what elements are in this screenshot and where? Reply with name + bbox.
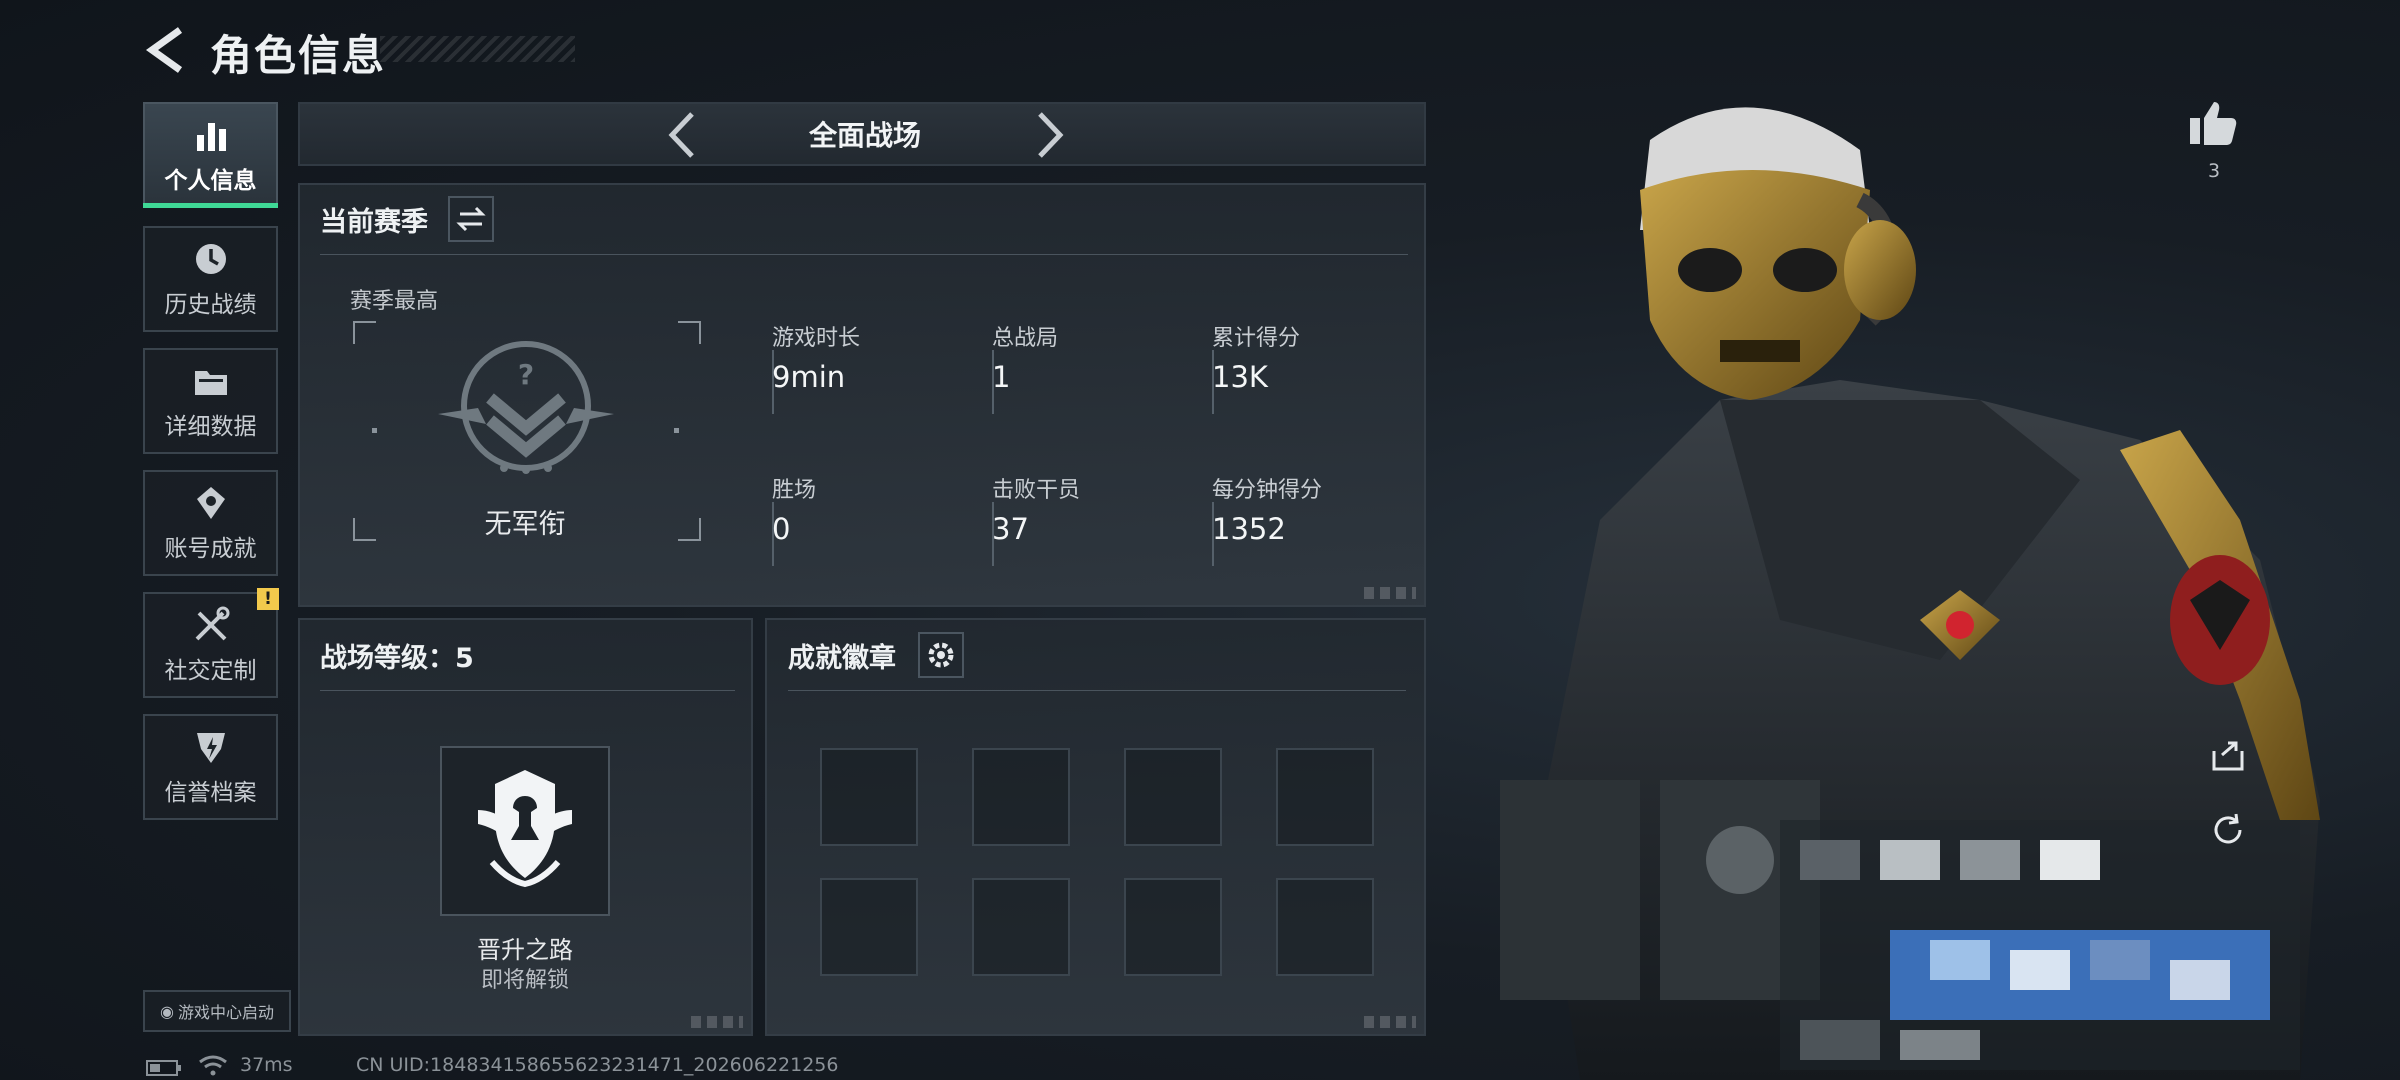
uid-text: CN UID:1848341586556232314​71_2026062212… — [356, 1054, 839, 1076]
swap-icon — [456, 206, 486, 232]
achievement-icon — [196, 487, 225, 519]
nav-label: 详细数据 — [164, 414, 257, 440]
season-title: 当前赛季 — [320, 207, 428, 238]
rank-name: 无军衔 — [484, 509, 566, 540]
badge-slot[interactable] — [820, 748, 918, 846]
nav-label: 个人信息 — [164, 168, 257, 194]
battlefield-level-title: 战场等级：5 — [320, 643, 474, 674]
divider — [320, 254, 1408, 255]
gear-icon — [928, 642, 954, 668]
badge-slot[interactable] — [1276, 878, 1374, 976]
clock-history-icon — [195, 244, 226, 274]
nav-item-personal-info[interactable]: 个人信息 — [143, 102, 278, 208]
panel-corner-decoration — [691, 1016, 743, 1028]
panel-corner-decoration — [1364, 587, 1416, 599]
stat-label: 总战局 — [992, 326, 1059, 351]
badge-slot[interactable] — [1124, 878, 1222, 976]
qq-icon: ◉ — [160, 1001, 174, 1021]
badge-slot[interactable] — [1124, 748, 1222, 846]
folder-icon — [194, 371, 227, 395]
back-arrow-icon[interactable] — [140, 24, 192, 76]
nav-item-history[interactable]: 历史战绩 — [143, 226, 278, 332]
nav-label: 信誉档案 — [164, 780, 257, 806]
nav-label: 社交定制 — [164, 658, 257, 684]
nav-label: 历史战绩 — [164, 292, 257, 318]
chevron-left-icon[interactable] — [660, 110, 704, 160]
page-title: 角色信息 — [210, 31, 387, 80]
panel-corner-decoration — [1364, 1016, 1416, 1028]
rotate-icon[interactable] — [2208, 810, 2248, 850]
stat-label: 击败干员 — [992, 478, 1081, 503]
stat-value: 13K — [1212, 360, 1268, 394]
bar-chart-icon — [196, 123, 226, 151]
svg-text:?: ? — [518, 358, 534, 391]
game-center-launch-button[interactable]: ◉ 游戏中心启动 — [143, 990, 291, 1032]
share-icon[interactable] — [2208, 735, 2248, 775]
eagle-emblem-icon — [478, 770, 572, 888]
stat-label: 每分钟得分 — [1212, 478, 1323, 503]
badge-slot[interactable] — [820, 878, 918, 976]
stat-value: 1352 — [1212, 512, 1286, 546]
wifi-icon — [199, 1055, 227, 1076]
promotion-title: 晋升之路 — [477, 936, 573, 964]
badge-slot[interactable] — [972, 878, 1070, 976]
nav-item-reputation[interactable]: 信誉档案 — [143, 714, 278, 820]
title-decoration — [380, 36, 575, 62]
stat-value: 0 — [772, 512, 791, 546]
shield-bolt-icon — [196, 733, 225, 763]
nav-item-achievements[interactable]: 账号成就 — [143, 470, 278, 576]
stat-value: 1 — [992, 360, 1011, 394]
mode-name: 全面战场 — [808, 119, 921, 152]
divider — [788, 690, 1406, 691]
nav-item-detailed-data[interactable]: 详细数据 — [143, 348, 278, 454]
pixelated-redaction — [1780, 820, 2300, 1070]
badge-slot[interactable] — [1276, 748, 1374, 846]
no-rank-emblem: ? — [438, 341, 614, 474]
game-center-label: 游戏中心启动 — [177, 1003, 274, 1022]
stat-value: 37 — [992, 512, 1029, 546]
nav-label: 账号成就 — [164, 536, 257, 562]
notification-badge: ! — [257, 588, 279, 610]
chevron-right-icon[interactable] — [1028, 110, 1072, 160]
ping-value: 37ms — [240, 1054, 293, 1076]
divider — [320, 690, 735, 691]
season-best-label: 赛季最高 — [350, 289, 439, 314]
stat-value: 9min — [772, 360, 846, 394]
swap-season-button[interactable] — [448, 196, 494, 242]
stat-label: 累计得分 — [1212, 326, 1301, 351]
thumbs-up-icon[interactable] — [2186, 96, 2240, 150]
badge-settings-button[interactable] — [918, 632, 964, 678]
achievement-badges-title: 成就徽章 — [788, 643, 896, 674]
stat-label: 游戏时长 — [772, 326, 861, 351]
promotion-status: 即将解锁 — [480, 968, 569, 993]
tools-icon — [195, 606, 229, 641]
badge-slot[interactable] — [972, 748, 1070, 846]
like-count: 3 — [2207, 160, 2221, 182]
stat-label: 胜场 — [772, 478, 817, 503]
battery-icon — [146, 1060, 181, 1076]
